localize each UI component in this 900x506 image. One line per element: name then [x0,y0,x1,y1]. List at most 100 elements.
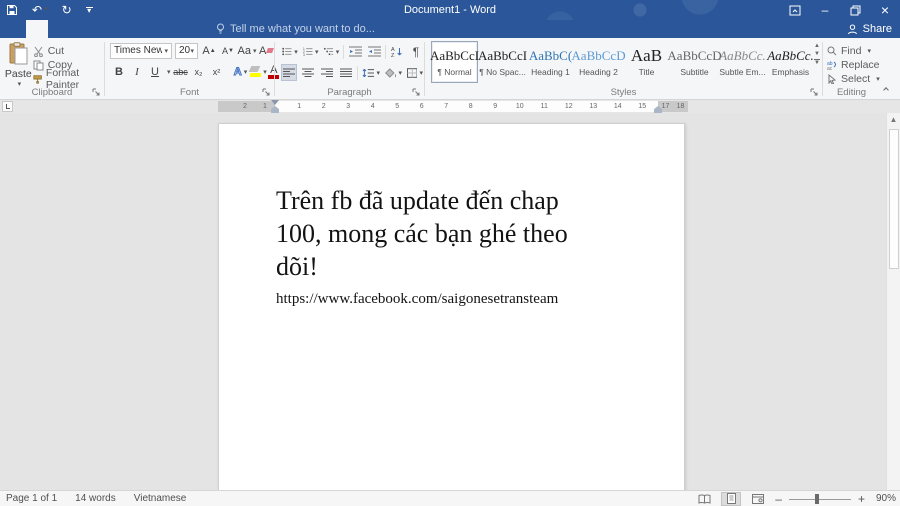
style-card[interactable]: AaBbCcD Heading 2 [575,41,622,83]
style-card[interactable]: AaBbCcD Subtitle [671,41,718,83]
italic-button[interactable]: I [129,63,145,80]
share-button[interactable]: Share [847,20,892,38]
ribbon-display-options-button[interactable] [780,0,810,20]
format-painter-button[interactable]: Format Painter [33,72,104,86]
clear-formatting-button[interactable]: A [258,42,274,59]
document-text-line[interactable]: 100, mong các bạn ghé theo [276,217,568,250]
ribbon-tab[interactable] [0,20,26,38]
ribbon-tab[interactable] [158,20,180,38]
tab-stop-selector[interactable] [2,101,13,112]
web-layout-icon [752,494,764,504]
clipboard-dialog-launcher[interactable] [92,88,101,97]
text-effects-button[interactable]: A▾ [233,63,249,80]
align-left-button[interactable] [281,64,297,81]
style-card[interactable]: AaBbCc. Subtle Em... [719,41,766,83]
zoom-out-button[interactable]: – [775,492,782,506]
document-area[interactable]: Trên fb đã update đến chap100, mong các … [0,113,886,490]
highlight-button[interactable]: ▾ [251,63,267,80]
tell-me-box[interactable]: Tell me what you want to do... [216,20,375,38]
styles-gallery-more-button[interactable]: ▼ [814,59,820,66]
editing-group-label: Editing [823,87,880,98]
styles-scroll-up-button[interactable]: ▲ [814,43,820,49]
underline-button[interactable]: U [147,63,163,80]
shrink-font-button[interactable]: A▼ [220,42,236,59]
ribbon-tab[interactable] [48,20,70,38]
align-center-button[interactable] [300,64,316,81]
ribbon-tab[interactable] [180,20,202,38]
align-right-button[interactable] [319,64,335,81]
print-layout-button[interactable] [721,492,741,506]
scroll-up-arrow[interactable]: ▲ [887,113,900,127]
select-button[interactable]: Select▾ [827,72,880,86]
find-button[interactable]: Find▾ [827,44,880,58]
bold-button[interactable]: B [111,63,127,80]
line-spacing-button[interactable]: ▾ [361,64,381,81]
style-card[interactable]: AaB Title [623,41,670,83]
ribbon-tab[interactable] [136,20,158,38]
document-text-line[interactable]: dõi! [276,250,568,283]
close-button[interactable]: × [870,0,900,20]
zoom-level[interactable]: 90% [876,493,896,504]
font-size-combo[interactable]: 20▾ [175,43,198,59]
editing-group: Find▾ abac Replace Select▾ Editing [823,38,880,100]
sort-button[interactable]: AZ [389,43,405,60]
language-indicator[interactable]: Vietnamese [134,493,187,504]
paragraph-dialog-launcher[interactable] [412,88,421,97]
zoom-slider[interactable] [789,492,851,506]
ribbon-tab[interactable] [92,20,114,38]
ribbon-tab[interactable] [26,20,48,38]
paste-button[interactable]: Paste ▾ [4,38,33,88]
grow-font-button[interactable]: A▲ [201,42,217,59]
ribbon-tab[interactable] [70,20,92,38]
show-hide-marks-button[interactable]: ¶ [408,43,424,60]
word-count[interactable]: 14 words [75,493,116,504]
format-painter-icon [33,74,42,85]
style-card[interactable]: AaBbCc. Emphasis [767,41,814,83]
zoom-in-button[interactable]: + [858,492,865,506]
lightbulb-icon [216,23,225,35]
vertical-scrollbar[interactable]: ▲ [886,113,900,490]
ribbon-display-options-icon [789,5,801,16]
replace-button[interactable]: abac Replace [827,58,880,72]
cut-icon [33,46,44,57]
collapse-ribbon-button[interactable] [883,86,890,93]
borders-button[interactable]: ▾ [406,64,424,81]
bullets-button[interactable]: ▾ [281,43,299,60]
first-line-indent-marker[interactable] [271,100,279,105]
web-layout-button[interactable] [748,492,768,506]
document-text[interactable]: Trên fb đã update đến chap100, mong các … [276,184,568,310]
ribbon-tab[interactable] [114,20,136,38]
decrease-indent-button[interactable] [347,43,363,60]
restore-icon [850,5,861,16]
style-card[interactable]: AaBbC( Heading 1 [527,41,574,83]
cut-button[interactable]: Cut [33,44,104,58]
underline-dropdown-arrow[interactable]: ▾ [167,68,171,76]
restore-button[interactable] [840,0,870,20]
shading-button[interactable]: ▾ [384,64,403,81]
align-center-icon [302,68,314,78]
document-page[interactable]: Trên fb đã update đến chap100, mong các … [218,123,685,490]
increase-indent-button[interactable] [366,43,382,60]
styles-scroll-down-button[interactable]: ▼ [814,51,820,57]
multilevel-list-button[interactable]: ▾ [323,43,341,60]
document-text-line[interactable]: Trên fb đã update đến chap [276,184,568,217]
document-url-line[interactable]: https://www.facebook.com/saigonesetranst… [276,288,568,310]
justify-button[interactable] [338,64,354,81]
style-card[interactable]: AaBbCcI ¶ Normal [431,41,478,83]
page-indicator[interactable]: Page 1 of 1 [6,493,57,504]
style-card[interactable]: AaBbCcI ¶ No Spac... [479,41,526,83]
font-dialog-launcher[interactable] [262,88,271,97]
superscript-button[interactable]: x² [209,63,225,80]
zoom-slider-thumb[interactable] [815,494,819,504]
scrollbar-thumb[interactable] [889,129,899,269]
font-name-combo[interactable]: Times New Ro▾ [110,43,172,59]
highlighter-icon [250,66,261,77]
strikethrough-button[interactable]: abc [173,63,189,80]
numbering-button[interactable]: 123▾ [302,43,320,60]
change-case-button[interactable]: Aa▾ [239,42,255,59]
minimize-button[interactable]: – [810,0,840,20]
horizontal-ruler[interactable]: 21 123456789101112131415 1718 [218,101,688,112]
styles-dialog-launcher[interactable] [810,88,819,97]
read-mode-button[interactable] [694,492,714,506]
subscript-button[interactable]: x₂ [191,63,207,80]
